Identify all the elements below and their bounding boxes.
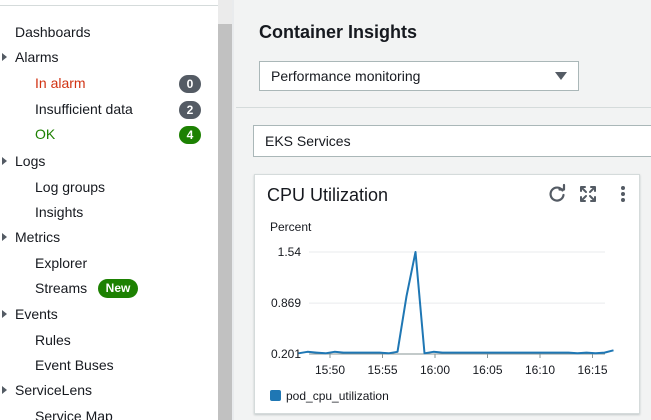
section-divider xyxy=(236,107,651,108)
sidebar-divider xyxy=(232,0,234,420)
new-badge: New xyxy=(98,279,138,298)
caret-down-icon[interactable] xyxy=(2,157,7,165)
x-tick-label: 16:00 xyxy=(420,363,450,377)
sidebar-item-service-map[interactable]: Service Map xyxy=(35,405,113,420)
sidebar-item-dashboards[interactable]: Dashboards xyxy=(15,21,91,43)
widget-title: CPU Utilization xyxy=(267,185,389,205)
sidebar-item-events[interactable]: Events xyxy=(15,303,58,325)
y-tick-label: 0.201 xyxy=(271,347,301,361)
sidebar-item-in-alarm[interactable]: In alarm xyxy=(35,72,86,94)
service-select-value: EKS Services xyxy=(265,133,351,149)
view-select-value: Performance monitoring xyxy=(271,68,421,84)
service-select[interactable]: EKS Services xyxy=(253,125,651,157)
sidebar-item-metrics[interactable]: Metrics xyxy=(15,226,60,248)
x-tick-label: 15:55 xyxy=(367,363,397,377)
insufficient-data-count-badge: 2 xyxy=(179,101,201,119)
y-tick-label: 1.54 xyxy=(278,245,302,259)
sidebar-item-servicelens[interactable]: ServiceLens xyxy=(15,379,92,401)
caret-down-icon[interactable] xyxy=(2,53,7,61)
legend-swatch[interactable] xyxy=(270,390,281,401)
more-vertical-icon[interactable] xyxy=(613,183,633,205)
sidebar-item-alarms[interactable]: Alarms xyxy=(15,46,59,68)
x-tick-label: 16:05 xyxy=(472,363,502,377)
legend-label[interactable]: pod_cpu_utilization xyxy=(286,389,389,403)
x-tick-label: 16:15 xyxy=(577,363,607,377)
in-alarm-count-badge: 0 xyxy=(179,75,201,93)
sidebar-scrollbar-thumb[interactable] xyxy=(218,24,232,420)
refresh-icon[interactable] xyxy=(547,183,567,205)
ok-count-badge: 4 xyxy=(179,126,201,144)
sidebar-item-log-groups[interactable]: Log groups xyxy=(35,176,105,198)
sidebar-item-insights[interactable]: Insights xyxy=(35,201,83,223)
expand-icon[interactable] xyxy=(578,183,598,205)
sidebar-item-event-buses[interactable]: Event Buses xyxy=(35,354,114,376)
sidebar-item-explorer[interactable]: Explorer xyxy=(35,252,87,274)
sidebar-item-rules[interactable]: Rules xyxy=(35,329,71,351)
cpu-utilization-widget: Percent 1.54 0.869 0.201 15:50 15:55 16:00 16… xyxy=(254,174,640,414)
sidebar-item-insufficient-data[interactable]: Insufficient data xyxy=(35,98,133,120)
caret-down-icon[interactable] xyxy=(2,386,7,394)
caret-down-icon[interactable] xyxy=(2,233,7,241)
x-tick-label: 15:50 xyxy=(315,363,345,377)
caret-down-icon[interactable] xyxy=(2,310,7,318)
y-axis-label: Percent xyxy=(270,220,312,234)
view-select[interactable]: Performance monitoring xyxy=(259,61,579,91)
sidebar-item-logs[interactable]: Logs xyxy=(15,150,45,172)
x-tick-label: 16:10 xyxy=(525,363,555,377)
sidebar-top-divider xyxy=(0,0,218,6)
caret-down-icon xyxy=(555,72,567,80)
page-title: Container Insights xyxy=(259,22,418,42)
sidebar-item-streams[interactable]: Streams xyxy=(35,277,87,299)
cpu-utilization-chart: Percent 1.54 0.869 0.201 15:50 15:55 16:00 16… xyxy=(270,220,614,403)
sidebar-item-ok[interactable]: OK xyxy=(35,123,55,145)
y-tick-label: 0.869 xyxy=(271,296,301,310)
sidebar-nav: Dashboards Alarms In alarm 0 Insufficien… xyxy=(0,0,218,420)
